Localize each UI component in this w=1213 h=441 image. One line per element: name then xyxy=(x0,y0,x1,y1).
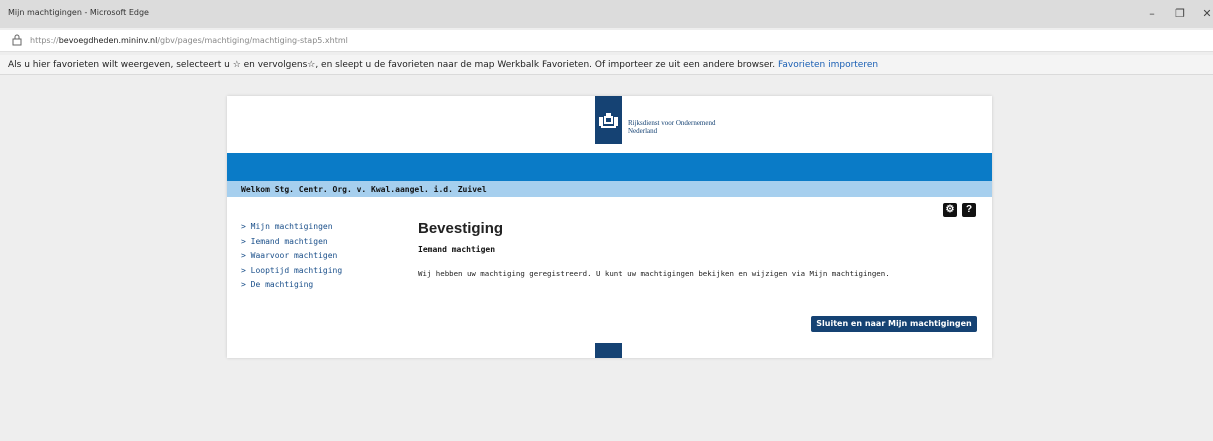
organisation-name-line2: Nederland xyxy=(628,127,658,135)
window-title: Mijn machtigingen - Microsoft Edge xyxy=(8,8,149,17)
organisation-name: Rijksdienst voor Ondernemend Nederland xyxy=(628,119,716,135)
sidebar-item-waarvoor-machtigen[interactable]: > Waarvoor machtigen xyxy=(241,249,342,264)
url-path: /gbv/pages/machtiging/machtiging-stap5.x… xyxy=(157,36,348,45)
coat-of-arms-icon xyxy=(599,113,618,128)
help-icon[interactable]: ? xyxy=(962,203,976,217)
url-text[interactable]: https://bevoegdheden.mininv.nl/gbv/pages… xyxy=(30,36,348,45)
settings-icon[interactable]: ⚙ xyxy=(943,203,957,217)
address-bar[interactable]: https://bevoegdheden.mininv.nl/gbv/pages… xyxy=(0,30,1213,52)
header-band xyxy=(227,153,992,181)
welcome-text: Welkom Stg. Centr. Org. v. Kwal.aangel. … xyxy=(241,185,487,194)
favorites-bar-message: Als u hier favorieten wilt weergeven, se… xyxy=(8,60,878,70)
page-title: Bevestiging xyxy=(418,220,504,237)
favorites-bar-text: Als u hier favorieten wilt weergeven, se… xyxy=(8,60,776,70)
lock-icon[interactable] xyxy=(12,34,22,46)
sidebar-item-de-machtiging[interactable]: > De machtiging xyxy=(241,278,342,293)
close-and-go-to-my-authorizations-button[interactable]: Sluiten en naar Mijn machtigingen xyxy=(811,316,977,332)
minimize-button[interactable]: – xyxy=(1144,6,1160,22)
sidebar-item-mijn-machtigingen[interactable]: > Mijn machtigingen xyxy=(241,220,342,235)
restore-button[interactable]: ❐ xyxy=(1172,6,1188,22)
url-host: bevoegdheden.mininv.nl xyxy=(58,36,158,45)
window-title-bar: Mijn machtigingen - Microsoft Edge – ❐ ✕ xyxy=(0,0,1213,28)
sidebar-item-iemand-machtigen[interactable]: > Iemand machtigen xyxy=(241,235,342,250)
close-button[interactable]: ✕ xyxy=(1199,6,1213,22)
footer-logo-block xyxy=(595,343,622,358)
rvo-logo xyxy=(595,96,622,144)
confirmation-message: Wij hebben uw machtiging geregistreerd. … xyxy=(418,269,890,278)
favorites-bar: Als u hier favorieten wilt weergeven, se… xyxy=(0,55,1213,75)
import-favorites-link[interactable]: Favorieten importeren xyxy=(778,60,878,70)
url-scheme: https:// xyxy=(30,36,59,45)
sidebar-nav: > Mijn machtigingen > Iemand machtigen >… xyxy=(241,220,342,293)
page-subtitle: Iemand machtigen xyxy=(418,245,496,254)
sidebar-item-looptijd-machtiging[interactable]: > Looptijd machtiging xyxy=(241,264,342,279)
page-card: Rijksdienst voor Ondernemend Nederland W… xyxy=(227,96,992,358)
organisation-name-line1: Rijksdienst voor Ondernemend xyxy=(628,119,716,127)
